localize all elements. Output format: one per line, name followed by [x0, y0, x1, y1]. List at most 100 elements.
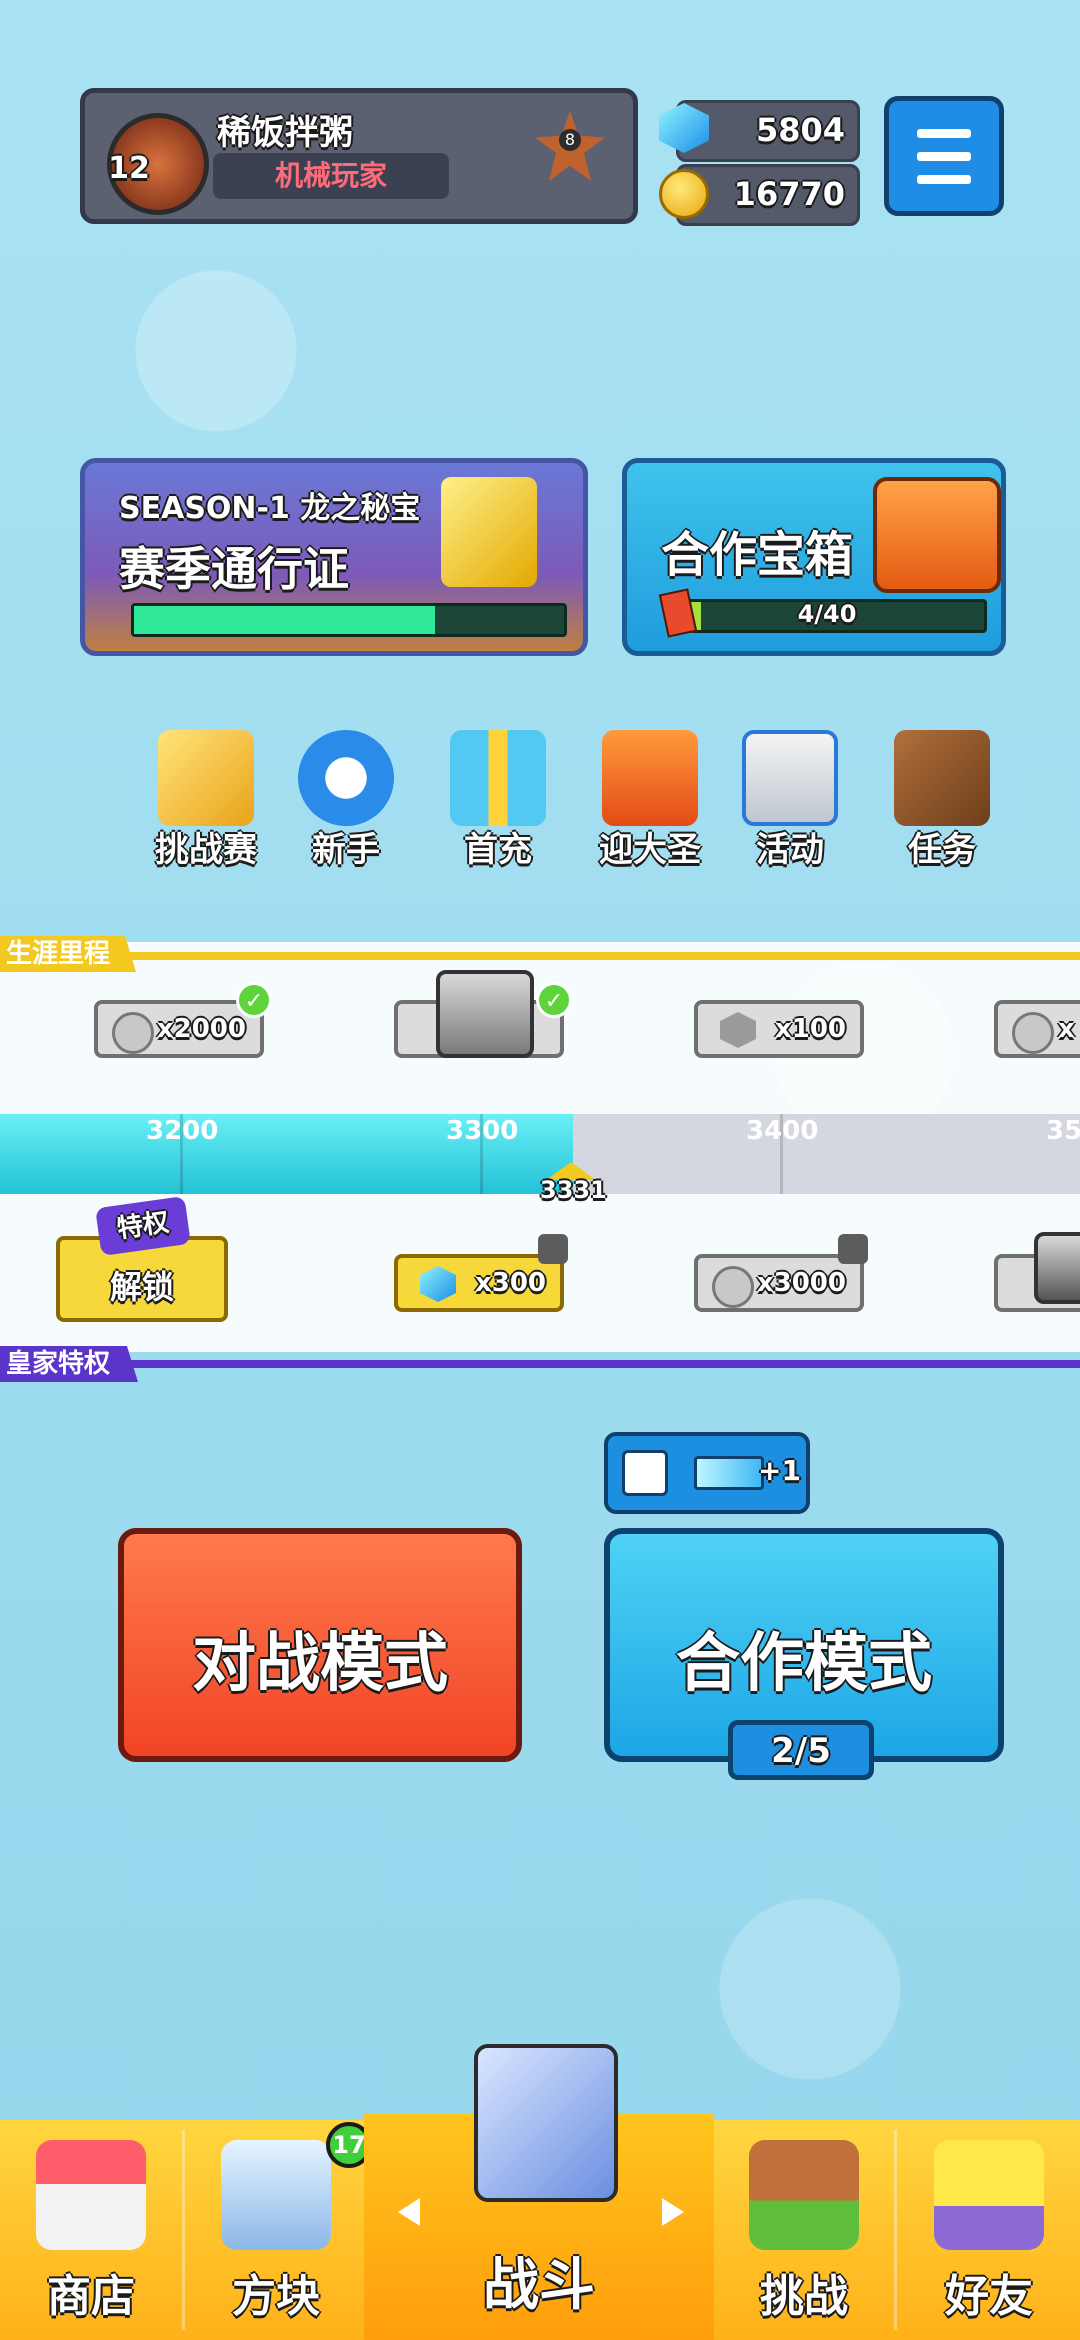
ad-bonus-button[interactable]: +1 — [604, 1432, 810, 1514]
nav-tab-label: 挑战 — [760, 2271, 848, 2322]
royal-reward-chest[interactable] — [994, 1232, 1080, 1312]
gem-counter[interactable]: 5804 — [659, 100, 860, 162]
castle-icon — [602, 730, 698, 826]
coop-progress-text: 4/40 — [797, 600, 857, 628]
milestone-reward-partial[interactable]: x — [994, 1000, 1080, 1058]
silver-chest-icon — [436, 970, 534, 1058]
milestone-tick: 3400 — [746, 1116, 819, 1146]
ad-bonus-amount: +1 — [758, 1454, 801, 1487]
coop-progress-bar: 4/40 — [667, 599, 987, 633]
quick-link-newbie[interactable]: 新手 — [276, 730, 416, 871]
quick-link-first-recharge[interactable]: 首充 — [428, 730, 568, 871]
milestone-tick: 35 — [1046, 1116, 1080, 1146]
quick-link-label: 首充 — [464, 830, 532, 870]
royal-divider — [0, 1360, 1080, 1368]
coop-chest-label: 合作宝箱 — [661, 527, 854, 583]
nav-tab-label: 商店 — [47, 2271, 135, 2322]
royal-unlock-button[interactable]: 特权 解锁 — [56, 1195, 228, 1322]
coin-counter[interactable]: 16770 — [659, 164, 860, 226]
gem-count: 5804 — [755, 111, 845, 149]
document-icon — [742, 730, 838, 826]
milestone-tick: 3200 — [146, 1116, 219, 1146]
nav-tab-battle[interactable]: 战斗 — [364, 2044, 714, 2340]
quick-link-event-dasheng[interactable]: 迎大圣 — [580, 730, 720, 871]
gem-icon — [420, 1266, 456, 1302]
card-icon — [658, 588, 698, 638]
battle-shield-icon — [474, 2044, 618, 2202]
quick-link-activities[interactable]: 活动 — [720, 730, 860, 871]
reward-amount: x100 — [774, 1014, 846, 1044]
menu-icon — [917, 129, 971, 138]
coin-icon — [112, 1012, 154, 1054]
player-level: 12 — [108, 151, 150, 186]
trophy-icon — [441, 477, 537, 587]
nav-tab-challenge[interactable]: 挑战 — [714, 2120, 894, 2340]
coin-icon — [712, 1266, 754, 1308]
nav-tab-blocks[interactable]: 方块 17 — [186, 2120, 372, 2340]
reward-amount: x3000 — [756, 1268, 846, 1298]
dice-block-icon — [221, 2140, 331, 2250]
reward-amount: x300 — [474, 1268, 546, 1298]
royal-reward-coins[interactable]: x3000 — [694, 1254, 864, 1312]
player-name: 稀饭拌粥 — [217, 113, 353, 153]
nav-tab-label: 好友 — [945, 2271, 1033, 2322]
coin-count: 16770 — [733, 175, 845, 213]
unlock-label: 解锁 — [109, 1268, 174, 1306]
lock-icon — [538, 1234, 568, 1264]
season-pass-card[interactable]: SEASON-1 龙之秘宝 赛季通行证 — [80, 458, 588, 656]
quick-link-missions[interactable]: 任务 — [872, 730, 1012, 871]
gem-icon — [720, 1012, 756, 1048]
royal-privilege-title: 皇家特权 — [0, 1346, 138, 1382]
profile-card[interactable]: 12 稀饭拌粥 机械玩家 8 — [80, 88, 638, 224]
quick-link-label: 挑战赛 — [155, 830, 257, 870]
stopwatch-icon — [298, 730, 394, 826]
quick-link-label: 活动 — [756, 830, 824, 870]
battle-mode-label: 对战模式 — [192, 1627, 448, 1701]
quick-link-label: 新手 — [312, 830, 380, 870]
chest-icon — [1034, 1232, 1080, 1304]
milestone-divider — [0, 952, 1080, 960]
claimed-check-icon: ✓ — [536, 982, 572, 1018]
nav-right-group: 挑战 好友 — [714, 2120, 1080, 2340]
battle-mode-button[interactable]: 对战模式 — [118, 1528, 522, 1762]
claimed-check-icon: ✓ — [236, 982, 272, 1018]
ticket-icon — [694, 1456, 764, 1490]
coop-mode-label: 合作模式 — [676, 1627, 932, 1701]
video-icon — [622, 1450, 668, 1496]
coop-count: 2/5 — [771, 1731, 831, 1771]
milestone-title: 生涯里程 — [0, 936, 136, 972]
season-name: SEASON-1 龙之秘宝 — [119, 491, 421, 526]
reward-amount: x — [1058, 1014, 1075, 1044]
chevron-right-icon[interactable] — [662, 2198, 684, 2226]
nav-tab-label: 战斗 — [483, 2253, 595, 2318]
shop-icon — [36, 2140, 146, 2250]
signboard-icon — [749, 2140, 859, 2250]
friend-icon — [934, 2140, 1044, 2250]
chest-icon — [873, 477, 1001, 593]
book-icon — [894, 730, 990, 826]
reward-amount: x2000 — [156, 1014, 246, 1044]
nav-tab-shop[interactable]: 商店 — [0, 2120, 182, 2340]
current-progress: 3331 — [540, 1176, 607, 1204]
gift-box-icon — [450, 730, 546, 826]
nav-tab-friends[interactable]: 好友 — [898, 2120, 1080, 2340]
milestone-tick: 3300 — [446, 1116, 519, 1146]
season-progress-fill — [134, 606, 435, 634]
lock-icon — [838, 1234, 868, 1264]
milestone-reward-gems[interactable]: x100 — [694, 1000, 864, 1058]
season-pass-label: 赛季通行证 — [119, 542, 349, 596]
quick-link-label: 迎大圣 — [599, 830, 701, 870]
coin-icon — [1012, 1012, 1054, 1054]
quick-link-label: 任务 — [908, 830, 976, 870]
coop-count-badge: 2/5 — [728, 1720, 874, 1780]
chevron-left-icon[interactable] — [398, 2198, 420, 2226]
quick-link-challenge[interactable]: 挑战赛 — [136, 730, 276, 871]
royal-reward-gems[interactable]: x300 — [394, 1254, 564, 1312]
player-title: 机械玩家 — [213, 153, 449, 199]
season-progress-bar — [131, 603, 567, 637]
coin-icon — [659, 169, 709, 219]
nav-tab-label: 方块 — [232, 2271, 320, 2322]
coop-chest-card[interactable]: 合作宝箱 4/40 — [622, 458, 1006, 656]
menu-button[interactable] — [884, 96, 1004, 216]
rank-number: 8 — [559, 129, 581, 151]
